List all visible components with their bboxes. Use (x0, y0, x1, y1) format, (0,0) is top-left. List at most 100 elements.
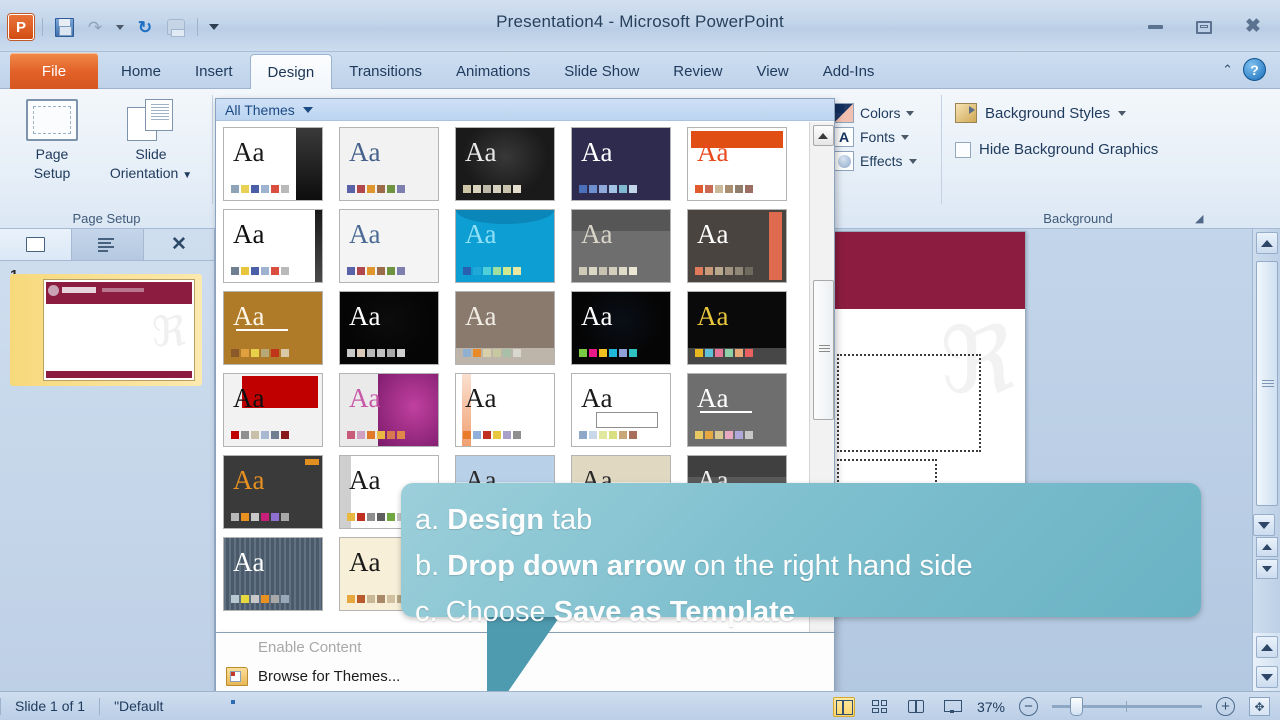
checkbox-icon[interactable] (955, 141, 971, 158)
outline-tab[interactable] (72, 229, 144, 260)
theme-aa-sample: Aa (465, 383, 497, 413)
background-dialog-launcher-icon[interactable]: ◢ (1195, 212, 1208, 225)
tab-add-ins[interactable]: Add-Ins (806, 53, 892, 89)
theme-essential[interactable]: Aa (223, 373, 323, 447)
tab-home[interactable]: Home (104, 53, 178, 89)
tab-animations[interactable]: Animations (439, 53, 547, 89)
theme-executive[interactable]: Aa (339, 373, 439, 447)
background-styles-button[interactable]: Background Styles (955, 103, 1127, 123)
theme-grid[interactable]: Aa (687, 373, 787, 447)
callout-b-bold: Drop down arrow (447, 550, 686, 582)
theme-effects-button[interactable]: Effects (834, 151, 917, 171)
gallery-scrollbar-thumb[interactable] (813, 280, 834, 420)
slide-vertical-scrollbar[interactable] (1252, 229, 1280, 691)
theme-office[interactable]: Aa (223, 127, 323, 201)
previous-slide-button[interactable] (1256, 537, 1278, 557)
hide-background-graphics-checkbox[interactable]: Hide Background Graphics (955, 141, 1158, 158)
chevron-down-icon[interactable]: ▼ (182, 170, 192, 181)
slide-counter[interactable]: Slide 1 of 1 (1, 698, 99, 714)
theme-clarity[interactable]: Aa (687, 209, 787, 283)
help-icon[interactable]: ? (1243, 58, 1266, 81)
theme-colors-button[interactable]: Colors (834, 103, 915, 123)
zoom-slider[interactable] (1052, 697, 1202, 716)
theme-civic[interactable]: Aa (571, 209, 671, 283)
notes-scrollbar[interactable] (1252, 633, 1280, 691)
zoom-level: 37% (976, 698, 1005, 715)
color-swatch (579, 431, 587, 439)
theme-fonts-button[interactable]: A Fonts (834, 127, 910, 147)
theme-flow[interactable]: Aa (455, 373, 555, 447)
color-swatch (599, 267, 607, 275)
theme-module[interactable]: Aa (223, 537, 323, 611)
zoom-in-button[interactable]: + (1216, 697, 1235, 716)
fit-to-window-button[interactable]: ✥ (1249, 697, 1270, 716)
scroll-down-button[interactable] (1253, 514, 1275, 536)
zoom-out-button[interactable]: − (1019, 697, 1038, 716)
tab-insert[interactable]: Insert (178, 53, 250, 89)
normal-view-button[interactable] (832, 696, 855, 717)
tab-file[interactable]: File (10, 53, 98, 89)
theme-composite[interactable]: Aa (223, 291, 323, 365)
next-slide-button[interactable] (1256, 559, 1278, 579)
gallery-section-header[interactable]: All Themes (216, 99, 834, 121)
color-swatch (377, 595, 385, 603)
callout-c-bold: Save as Template (553, 596, 795, 628)
color-swatch (619, 185, 627, 193)
collapse-ribbon-icon[interactable]: ⌃ (1222, 62, 1233, 78)
theme-apothecary[interactable]: Aa (687, 127, 787, 201)
chevron-down-icon[interactable] (908, 158, 917, 164)
theme-aa-sample: Aa (233, 547, 265, 577)
close-button[interactable]: ✖ (1240, 17, 1266, 36)
chevron-down-icon[interactable] (901, 134, 910, 140)
theme-color-swatches (463, 185, 521, 193)
slides-tab[interactable] (0, 229, 72, 260)
content-placeholder-1[interactable] (837, 354, 981, 452)
scroll-up-button[interactable] (1255, 232, 1278, 254)
slide-canvas[interactable]: ℜ (830, 231, 1026, 498)
theme-aspect[interactable]: Aa (223, 209, 323, 283)
theme-color-swatches (463, 267, 521, 275)
theme-blackTie[interactable]: Aa (455, 209, 555, 283)
theme-color-swatches (463, 349, 521, 357)
theme-apex[interactable]: Aa (571, 127, 671, 201)
page-setup-button[interactable]: Page Setup (8, 99, 96, 183)
close-panel-button[interactable]: ✕ (144, 229, 214, 260)
tab-transitions[interactable]: Transitions (332, 53, 439, 89)
window-title: Presentation4 - Microsoft PowerPoint (496, 12, 784, 31)
minimize-button[interactable] (1142, 18, 1168, 36)
theme-hardcover[interactable]: Aa (223, 455, 323, 529)
tab-slide-show[interactable]: Slide Show (547, 53, 656, 89)
theme-angles[interactable]: Aa (455, 127, 555, 201)
slide-sorter-button[interactable] (869, 697, 891, 717)
browse-themes-icon (226, 667, 248, 686)
theme-austin[interactable]: Aa (339, 209, 439, 283)
slide-orientation-button[interactable]: Slide Orientation ▼ (96, 99, 206, 185)
theme-couture[interactable]: Aa (455, 291, 555, 365)
tab-view[interactable]: View (739, 53, 805, 89)
color-swatch (261, 185, 269, 193)
theme-foundry[interactable]: Aa (571, 373, 671, 447)
reading-view-button[interactable] (905, 697, 927, 717)
notes-scroll-down-button[interactable] (1255, 666, 1278, 688)
slide-thumbnail-item[interactable]: ℜ (10, 274, 202, 386)
zoom-slider-handle[interactable] (1070, 697, 1083, 716)
tab-design[interactable]: Design (249, 54, 333, 89)
tab-review[interactable]: Review (656, 53, 739, 89)
theme-adjacency[interactable]: Aa (339, 127, 439, 201)
restore-button[interactable] (1191, 18, 1217, 36)
theme-equity[interactable]: Aa (687, 291, 787, 365)
theme-name[interactable]: "Default (100, 698, 177, 714)
scrollbar-thumb[interactable] (1256, 261, 1278, 506)
ribbon-group-page-setup: Page Setup Slide Orientation ▼ Page Setu… (0, 89, 213, 228)
color-swatch (735, 185, 743, 193)
chevron-down-icon[interactable] (302, 106, 313, 113)
chevron-down-icon[interactable] (906, 110, 915, 116)
chevron-down-icon[interactable] (1118, 110, 1127, 116)
theme-concourse[interactable]: Aa (339, 291, 439, 365)
theme-elemental[interactable]: Aa (571, 291, 671, 365)
gallery-scroll-up-button[interactable] (812, 125, 834, 146)
theme-aa-sample: Aa (233, 137, 265, 167)
color-swatch (513, 185, 521, 193)
notes-scroll-up-button[interactable] (1255, 636, 1278, 658)
slide-show-button[interactable] (941, 697, 963, 717)
